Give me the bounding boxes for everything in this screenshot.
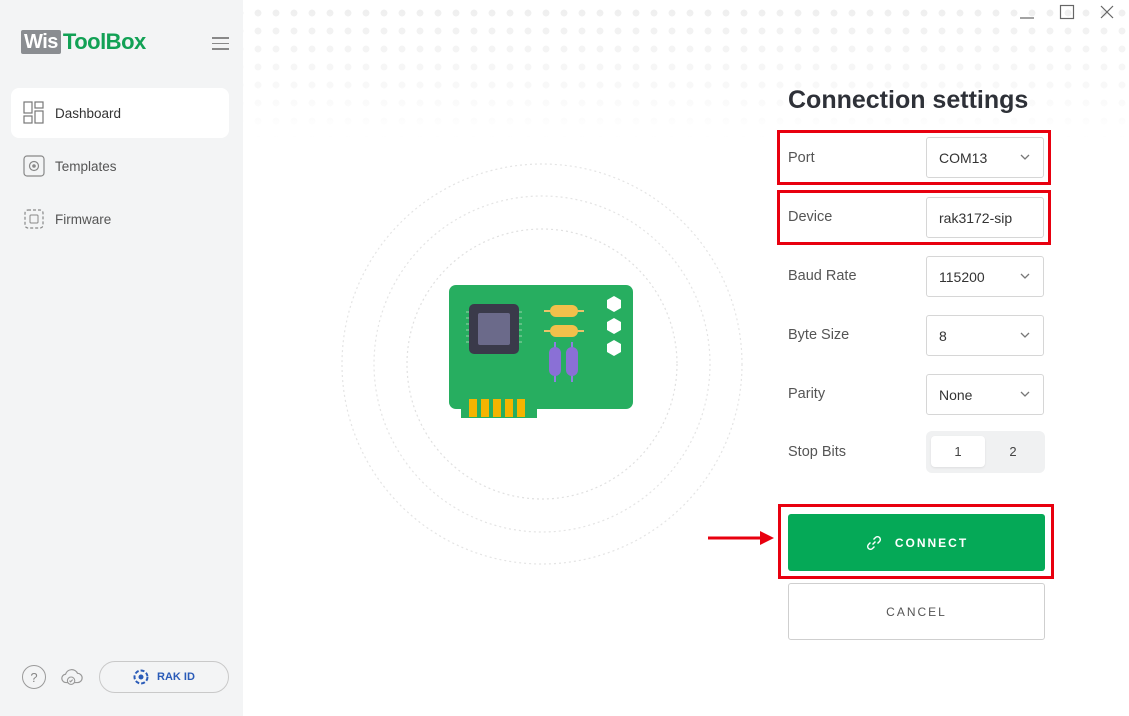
device-label: Device (788, 209, 833, 225)
chevron-down-icon (1020, 154, 1030, 160)
stop-bits-option-2[interactable]: 2 (986, 436, 1040, 467)
dashboard-icon (23, 101, 44, 124)
cancel-button[interactable]: CANCEL (788, 583, 1045, 640)
chevron-down-icon (1020, 332, 1030, 338)
stop-bits-option-1[interactable]: 1 (931, 436, 985, 467)
rak-id-button[interactable]: RAK ID (99, 661, 229, 693)
help-icon[interactable]: ? (22, 665, 46, 689)
sidebar: Wis ToolBox Dashboard Templates Firmware… (0, 0, 243, 716)
device-board-illustration (341, 163, 743, 565)
chevron-down-icon (1020, 391, 1030, 397)
byte-size-label: Byte Size (788, 327, 850, 343)
sidebar-item-dashboard[interactable]: Dashboard (11, 88, 229, 138)
logo-toolbox: ToolBox (62, 29, 146, 54)
sidebar-item-label: Templates (55, 158, 117, 174)
device-field[interactable]: rak3172-sip (926, 197, 1044, 238)
logo-wis: Wis (21, 30, 61, 54)
chip-icon (24, 209, 44, 229)
close-icon[interactable] (1099, 4, 1115, 20)
byte-size-value: 8 (939, 327, 947, 344)
connect-label: CONNECT (894, 535, 969, 550)
port-select[interactable]: COM13 (926, 137, 1044, 178)
baud-rate-select[interactable]: 115200 (926, 256, 1044, 297)
background-fade (243, 0, 1129, 140)
connect-button[interactable]: CONNECT (788, 514, 1045, 571)
sidebar-item-templates[interactable]: Templates (11, 141, 229, 191)
rak-id-label: RAK ID (157, 671, 195, 683)
sidebar-item-firmware[interactable]: Firmware (11, 194, 229, 244)
device-value: rak3172-sip (939, 209, 1013, 226)
sidebar-item-label: Dashboard (55, 105, 122, 121)
port-value: COM13 (939, 149, 988, 166)
rak-logo-icon (133, 669, 149, 685)
templates-icon (23, 155, 45, 177)
sidebar-item-label: Firmware (55, 211, 112, 227)
maximize-icon[interactable] (1059, 4, 1075, 20)
cloud-icon[interactable] (60, 665, 84, 689)
menu-icon[interactable] (212, 37, 229, 50)
parity-value: None (939, 386, 973, 403)
baud-rate-value: 115200 (939, 268, 985, 285)
parity-label: Parity (788, 386, 826, 402)
stop-bits-toggle: 1 2 (926, 431, 1045, 473)
minimize-icon[interactable] (1019, 4, 1035, 20)
link-icon (866, 535, 881, 550)
app-logo: Wis ToolBox (21, 29, 146, 54)
port-label: Port (788, 150, 815, 166)
byte-size-select[interactable]: 8 (926, 315, 1044, 356)
baud-rate-label: Baud Rate (788, 268, 857, 284)
chevron-down-icon (1020, 273, 1030, 279)
cancel-label: CANCEL (886, 604, 947, 619)
help-glyph: ? (30, 669, 38, 685)
page-title: Connection settings (788, 86, 1029, 114)
stop-bits-label: Stop Bits (788, 444, 847, 460)
parity-select[interactable]: None (926, 374, 1044, 415)
red-arrow-icon (708, 531, 774, 545)
